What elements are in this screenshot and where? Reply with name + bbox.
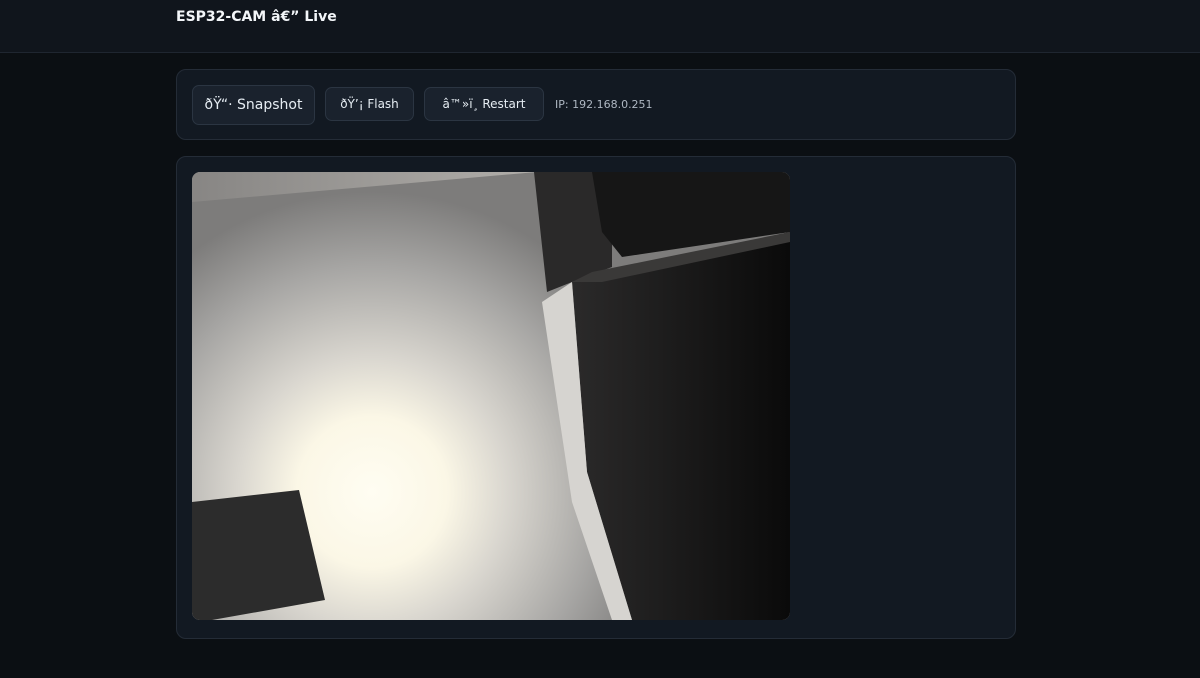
camera-stream bbox=[192, 172, 790, 620]
controls-panel: ðŸ“· Snapshot ðŸ’¡ Flash â™»ï¸ Restart I… bbox=[176, 69, 1016, 140]
ip-address: IP: 192.168.0.251 bbox=[555, 98, 653, 111]
page-title: ESP32-CAM â€” Live bbox=[176, 9, 337, 25]
restart-button[interactable]: â™»ï¸ Restart bbox=[424, 87, 544, 121]
camera-frame-image bbox=[192, 172, 790, 620]
flash-button[interactable]: ðŸ’¡ Flash bbox=[325, 87, 414, 121]
snapshot-button[interactable]: ðŸ“· Snapshot bbox=[192, 85, 315, 125]
stream-panel bbox=[176, 156, 1016, 639]
top-bar: ESP32-CAM â€” Live bbox=[0, 0, 1200, 53]
